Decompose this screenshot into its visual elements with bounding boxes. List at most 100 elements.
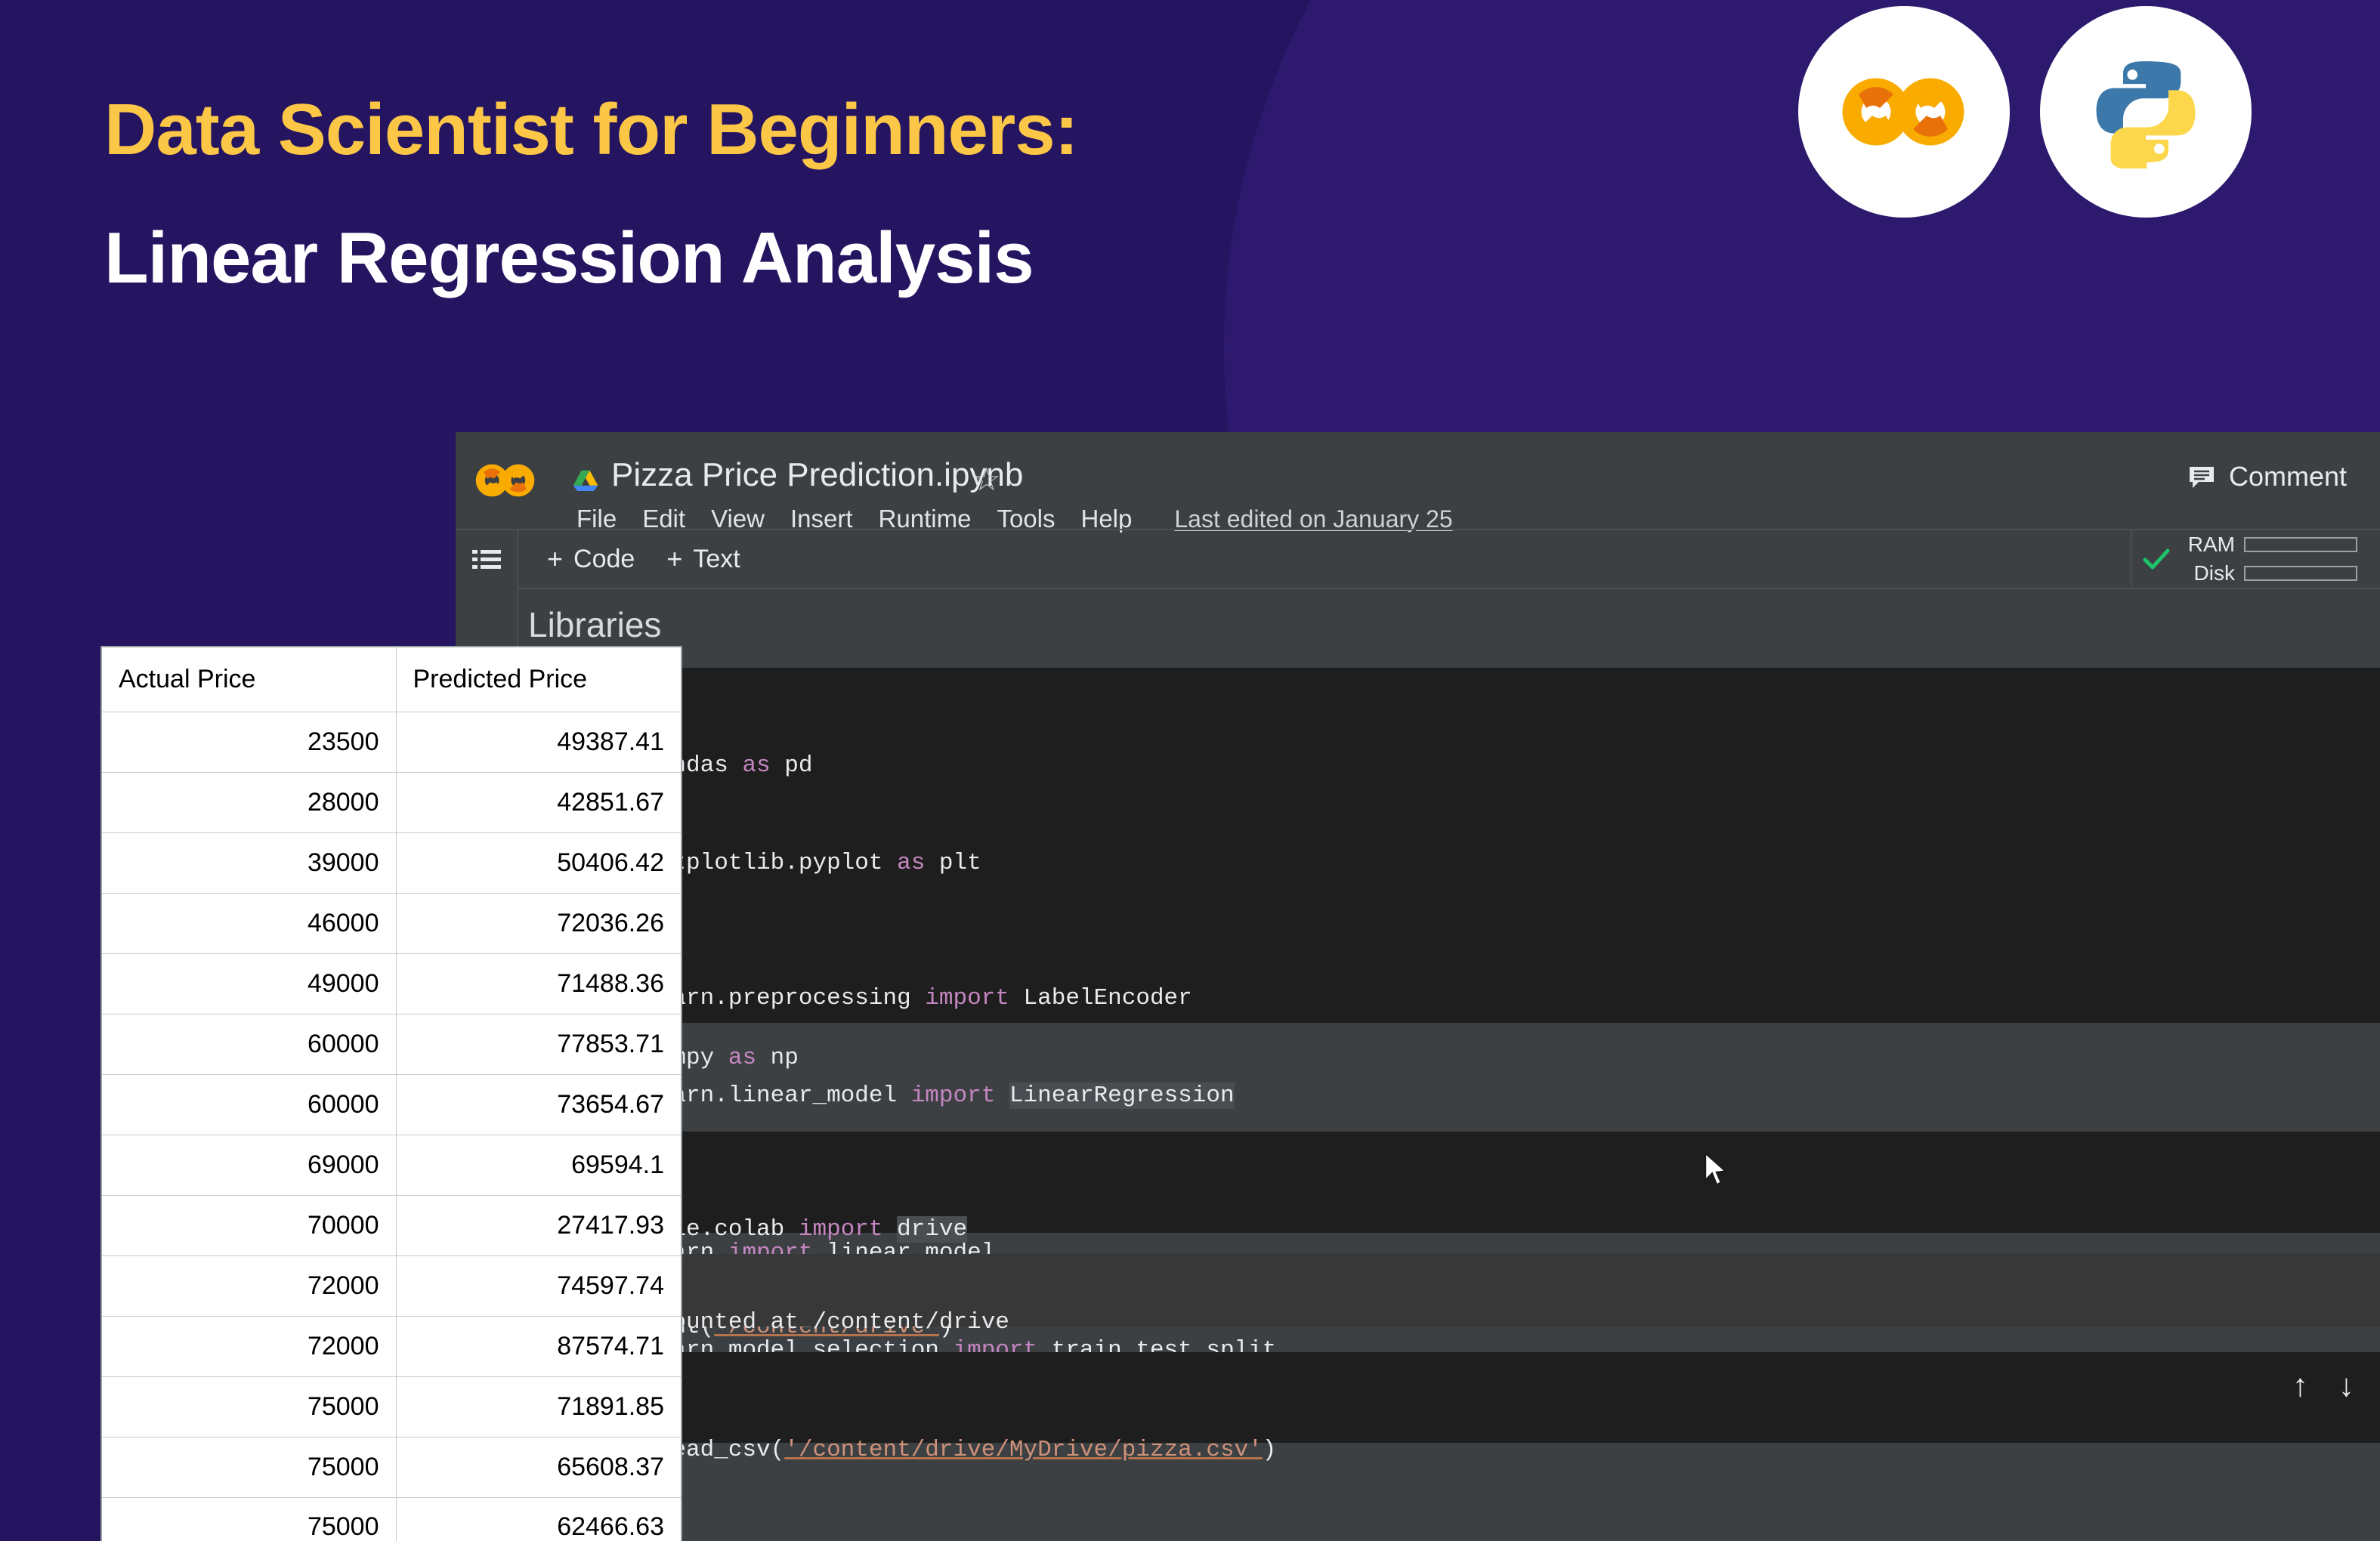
table-row: 72000 74597.74 [100,1255,682,1317]
cell-actual-price: 70000 [100,1194,397,1256]
cell-actual-price: 60000 [100,1073,397,1135]
colab-mark-icon[interactable] [474,461,536,500]
cell-scroll-arrows: ↑ ↓ [2292,1367,2354,1404]
disk-meter-bar [2244,566,2357,581]
cell-actual-price: 72000 [100,1315,397,1377]
notebook-filename[interactable]: Pizza Price Prediction.ipynb [611,456,1023,494]
add-text-label: Text [693,544,740,573]
table-row: 46000 72036.26 [100,892,682,954]
table-row: 69000 69594.1 [100,1134,682,1196]
notebook-toolbar: + Code + Text RAM Disk [456,529,2380,589]
section-heading-libraries: Libraries [528,605,662,644]
cell-actual-price: 60000 [100,1013,397,1075]
cell-predicted-price: 62466.63 [395,1496,682,1541]
page-title-line-2: Linear Regression Analysis [104,217,1034,298]
slide-canvas: Data Scientist for Beginners: Linear Reg… [0,0,2380,1541]
notebook-header: Pizza Price Prediction.ipynb ☆ File Edit… [456,432,2380,533]
table-of-contents-icon[interactable] [471,548,501,571]
table-row: 28000 42851.67 [100,771,682,833]
table-of-contents-rail[interactable] [456,530,518,589]
cell-actual-price: 49000 [100,953,397,1014]
cell-actual-price: 72000 [100,1255,397,1317]
code-line: import matplotlib.pyplot as plt [546,850,981,876]
mouse-cursor [1704,1152,1728,1187]
colab-logo-badge [1798,6,2010,218]
column-header-actual-price: Actual Price [100,646,397,712]
table-row: 75000 65608.37 [100,1436,682,1498]
cell-predicted-price: 71891.85 [395,1376,682,1438]
code-line: df = pd.read_csv('/content/drive/MyDrive… [546,1437,1277,1463]
scroll-down-icon[interactable]: ↓ [2338,1367,2354,1404]
table-row: 75000 62466.63 [100,1496,682,1541]
results-table: Actual Price Predicted Price 23500 49387.… [100,646,682,1541]
code-line: from sklearn.preprocessing import LabelE… [546,985,1192,1011]
cell-predicted-price: 87574.71 [395,1315,682,1377]
table-row: 70000 27417.93 [100,1194,682,1256]
cell-actual-price: 75000 [100,1436,397,1498]
output-cell-drive-mounted: Mounted at /content/drive [518,1254,2380,1336]
table-row: 49000 71488.36 [100,953,682,1014]
table-row: 39000 50406.42 [100,832,682,894]
page-title-line-1: Data Scientist for Beginners: [104,89,1079,170]
code-cell-imports[interactable]: import pandas as pd import matplotlib.py… [518,668,2380,1363]
hero-title-block: Data Scientist for Beginners: Linear Reg… [104,89,1079,298]
ram-meter-row: RAM [2181,533,2357,557]
ram-meter-bar [2244,537,2357,552]
cell-actual-price: 69000 [100,1134,397,1196]
connected-check-icon [2143,548,2170,570]
python-logo-badge [2040,6,2252,218]
code-line: df.head() [518,1531,2380,1541]
column-header-predicted-price: Predicted Price [395,646,682,712]
add-code-cell-button[interactable]: + Code [547,543,635,575]
cell-predicted-price: 69594.1 [395,1134,682,1196]
ram-label: RAM [2187,533,2235,556]
cell-actual-price: 75000 [100,1376,397,1438]
star-icon[interactable]: ☆ [972,461,1001,498]
comment-icon [2189,467,2214,488]
cell-actual-price: 28000 [100,771,397,833]
resource-meter[interactable]: RAM Disk [2131,530,2380,589]
code-line: from sklearn.linear_model import LinearR… [546,1082,1235,1109]
table-row: 60000 73654.67 [100,1073,682,1135]
code-line: from google.colab import drive [546,1216,968,1243]
cell-predicted-price: 73654.67 [395,1073,682,1135]
code-cell-read-csv[interactable]: df = pd.read_csv('/content/drive/MyDrive… [518,1352,2380,1541]
disk-label: Disk [2193,561,2235,585]
table-row: 23500 49387.41 [100,711,682,773]
cell-predicted-price: 77853.71 [395,1013,682,1075]
add-text-cell-button[interactable]: + Text [666,543,740,575]
comment-button[interactable]: Comment [2188,461,2347,493]
code-cell-imports-continued[interactable]: from sklearn.preprocessing import LabelE… [518,917,2380,1109]
google-drive-icon [573,470,598,491]
table-row: 72000 87574.71 [100,1315,682,1377]
cell-predicted-price: 42851.67 [395,771,682,833]
table-header-row: Actual Price Predicted Price [100,646,682,712]
comment-label: Comment [2228,461,2347,492]
cell-actual-price: 46000 [100,892,397,954]
cell-predicted-price: 50406.42 [395,832,682,894]
cell-predicted-price: 65608.37 [395,1436,682,1498]
python-logo-icon [2096,61,2196,168]
plus-icon: + [666,543,683,574]
colab-logo-icon [1842,78,1964,146]
colab-notebook-window[interactable]: Pizza Price Prediction.ipynb ☆ File Edit… [456,432,2380,1541]
notebook-body: Libraries import pandas as pd import mat… [456,589,2380,1541]
cell-predicted-price: 74597.74 [395,1255,682,1317]
table-row: 60000 77853.71 [100,1013,682,1075]
scroll-up-icon[interactable]: ↑ [2292,1367,2308,1404]
cell-actual-price: 39000 [100,832,397,894]
cell-actual-price: 23500 [100,711,397,773]
cell-predicted-price: 49387.41 [395,711,682,773]
cell-predicted-price: 72036.26 [395,892,682,954]
code-cell-drive-mount[interactable]: from google.colab import drive drive.mou… [518,1132,2380,1340]
add-code-label: Code [573,544,635,573]
cell-actual-price: 75000 [100,1496,397,1541]
table-row: 75000 71891.85 [100,1376,682,1438]
output-line: Mounted at /content/drive [657,1309,1009,1336]
disk-meter-row: Disk [2181,561,2357,585]
cell-insert-buttons: + Code + Text [518,530,2131,589]
plus-icon: + [547,543,564,574]
cell-predicted-price: 27417.93 [395,1194,682,1256]
cell-predicted-price: 71488.36 [395,953,682,1014]
code-line: import pandas as pd [546,752,813,779]
